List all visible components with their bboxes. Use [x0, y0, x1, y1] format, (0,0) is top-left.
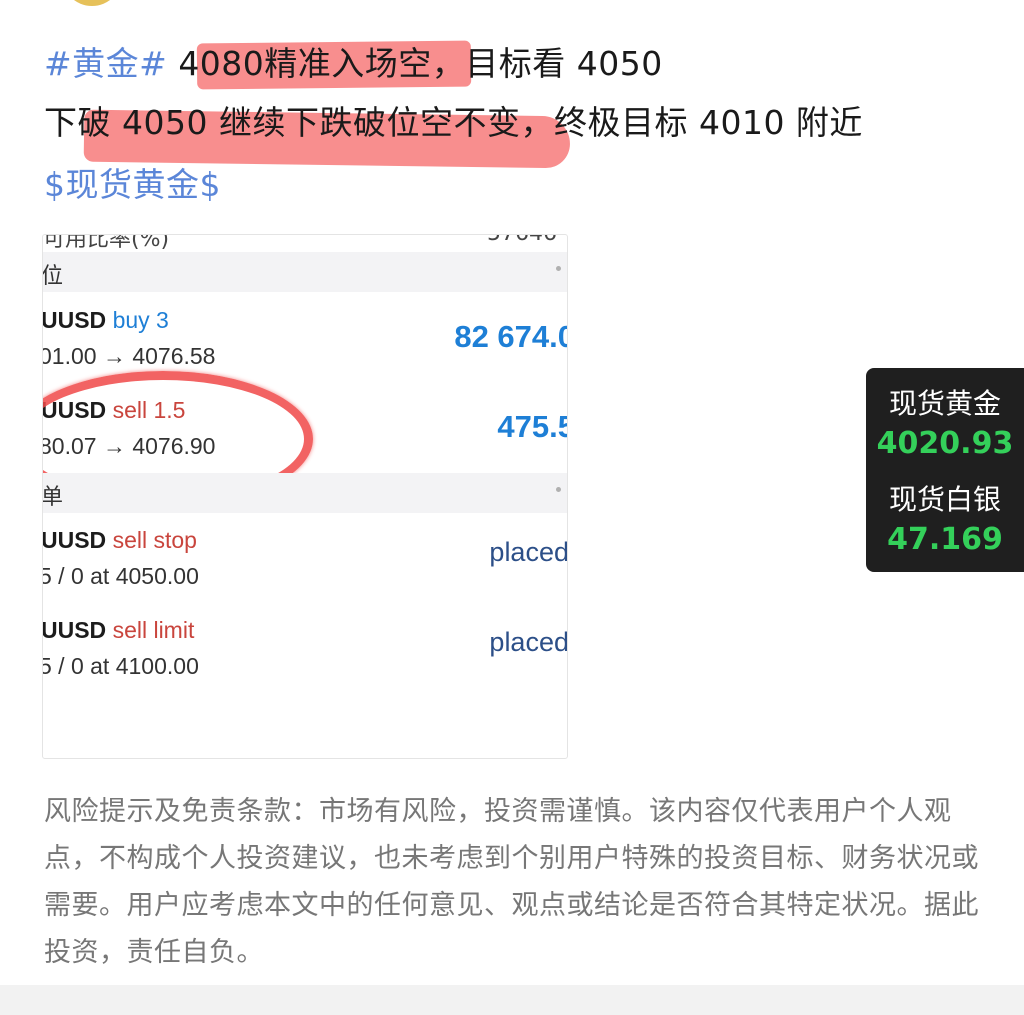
order-side: sell limit: [112, 617, 195, 643]
gold-price: 4020.93: [876, 426, 1014, 461]
post-highlight-text: 4080精准入场空: [178, 44, 432, 83]
symbol-text: UUSD: [42, 617, 107, 643]
order-side: sell stop: [112, 527, 197, 553]
order-row: UUSD sell limit 5 / 0 at 4100.00 placed: [43, 617, 567, 707]
order-symbol: UUSD sell limit: [42, 617, 195, 644]
silver-price: 47.169: [887, 522, 1003, 557]
dot-icon: [556, 487, 561, 492]
position-side: buy 3: [112, 307, 169, 333]
order-status: placed: [489, 627, 568, 657]
avatar[interactable]: [62, 0, 122, 6]
orders-section-header: 单: [43, 473, 567, 513]
order-row: UUSD sell stop 5 / 0 at 4050.00 placed: [43, 527, 567, 617]
silver-label: 现货白银: [888, 483, 1001, 516]
section-label: 位: [42, 264, 64, 289]
risk-disclaimer: 风险提示及免责条款：市场有风险，投资需谨慎。该内容仅代表用户个人观点，不构成个人…: [44, 796, 979, 968]
gold-label: 现货黄金: [888, 387, 1001, 420]
position-symbol: UUSD buy 3: [42, 307, 169, 334]
positions-section-header: 位: [43, 252, 567, 292]
order-symbol: UUSD sell stop: [42, 527, 197, 554]
symbol-text: UUSD: [42, 527, 107, 553]
post-text-line: 下破 4050 继续下跌破位空不变，终极目标 4010 附近: [44, 103, 863, 142]
hashtag-link[interactable]: #黄金#: [44, 44, 167, 83]
symbol-text: UUSD: [42, 307, 107, 333]
position-price-detail: 01.00 → 4076.58: [42, 343, 216, 369]
post-text-line: #黄金# 4080精准入场空，目标看 4050: [44, 43, 663, 85]
section-label: 单: [42, 485, 64, 510]
order-price-detail: 5 / 0 at 4050.00: [42, 563, 199, 589]
post-text: ，目标看 4050: [431, 44, 663, 83]
order-price-detail: 5 / 0 at 4100.00: [42, 653, 199, 679]
order-status: placed: [489, 537, 568, 567]
dot-icon: [556, 266, 561, 271]
cropped-value: 57646: [487, 235, 557, 246]
position-profit: 475.5: [497, 409, 568, 444]
bottom-divider: [0, 985, 1024, 1015]
post-text-line: $现货黄金$: [44, 164, 221, 206]
post-image[interactable]: 可用比率(%) 57646 位 UUSD buy 3 01.00 → 4076.…: [42, 234, 568, 759]
position-profit: 82 674.0: [454, 319, 568, 354]
cropped-label: 可用比率(%): [43, 234, 170, 252]
price-ticker-widget[interactable]: 现货黄金 4020.93 现货白银 47.169: [866, 368, 1024, 572]
cashtag-link[interactable]: $现货黄金$: [44, 165, 221, 204]
